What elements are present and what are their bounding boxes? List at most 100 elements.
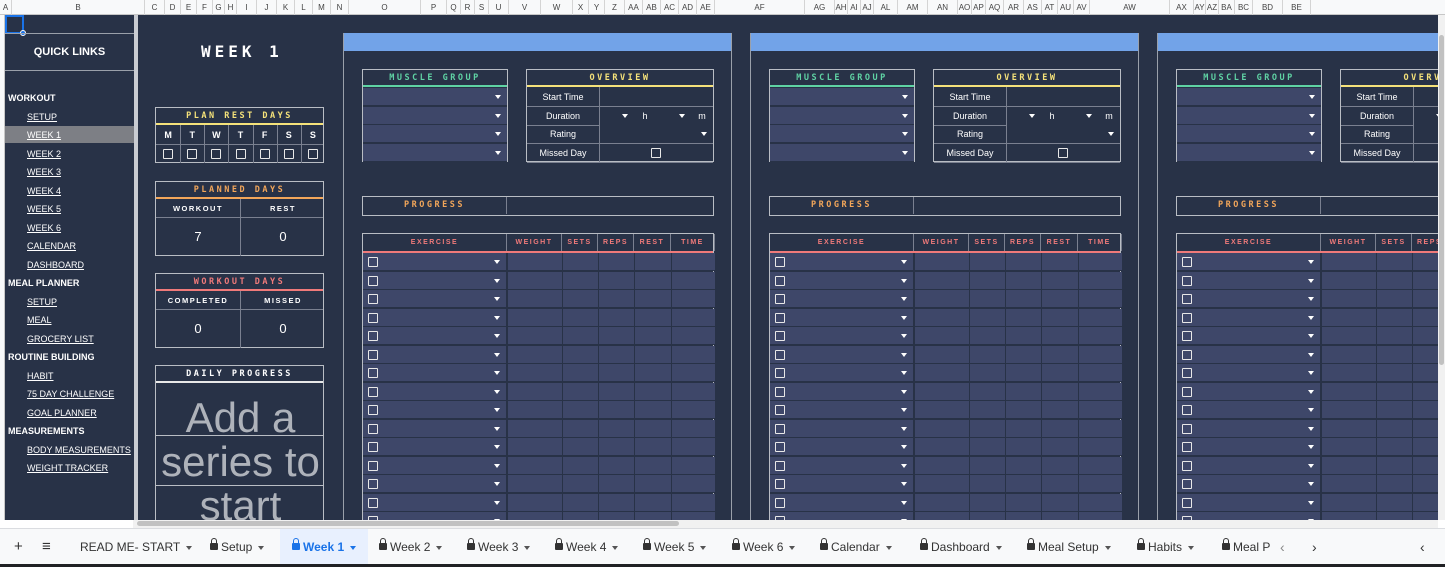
exercise-cell-sets[interactable] — [563, 327, 598, 345]
rest-day-2-checkbox[interactable] — [211, 149, 222, 159]
exercise-cell-sets[interactable] — [563, 419, 598, 438]
exercise-cell-reps[interactable] — [1006, 456, 1041, 475]
exercise-cell-rest[interactable] — [635, 345, 671, 364]
exercise-cell-weight[interactable] — [1322, 493, 1376, 512]
rest-day-3-checkbox[interactable] — [235, 149, 246, 159]
exercise-cell-sets[interactable] — [563, 364, 598, 382]
exercise-cell-reps[interactable] — [1006, 438, 1041, 456]
exercise-cell-weight[interactable] — [915, 253, 969, 271]
exercise-cell-weight[interactable] — [508, 290, 562, 308]
exercise-cell-weight[interactable] — [508, 475, 562, 493]
column-header-x[interactable]: X — [573, 0, 589, 15]
exercise-cell-reps[interactable] — [1006, 271, 1041, 290]
exercise-cell-sets[interactable] — [970, 456, 1005, 475]
exercise-cell-sets[interactable] — [563, 512, 598, 520]
exercise-dropdown[interactable] — [1177, 290, 1320, 308]
exercise-cell-time[interactable] — [1079, 290, 1122, 308]
exercise-dropdown[interactable] — [770, 364, 913, 382]
exercise-dropdown[interactable] — [1177, 253, 1320, 271]
column-header-m[interactable]: M — [313, 0, 331, 15]
column-header-u[interactable]: U — [489, 0, 509, 15]
exercise-cell-reps[interactable] — [1006, 308, 1041, 327]
exercise-done-checkbox[interactable] — [368, 275, 378, 286]
exercise-cell-weight[interactable] — [915, 382, 969, 401]
column-header-ax[interactable]: AX — [1170, 0, 1194, 15]
exercise-cell-sets[interactable] — [1377, 364, 1412, 382]
exercise-cell-time[interactable] — [672, 290, 715, 308]
exercise-cell-rest[interactable] — [1042, 382, 1078, 401]
rating-dropdown[interactable] — [600, 125, 713, 143]
exercise-cell-reps[interactable] — [1006, 327, 1041, 345]
sheet-tab-read-me-start[interactable]: READ ME- START — [68, 529, 204, 565]
column-header-ay[interactable]: AY — [1194, 0, 1206, 15]
column-header-s[interactable]: S — [475, 0, 489, 15]
exercise-cell-reps[interactable] — [1413, 512, 1438, 520]
duration-minutes-dropdown[interactable] — [656, 106, 691, 125]
exercise-cell-time[interactable] — [672, 345, 715, 364]
scroll-tabs-left-icon[interactable]: ‹ — [1280, 529, 1285, 565]
exercise-done-checkbox[interactable] — [775, 312, 785, 323]
exercise-done-checkbox[interactable] — [775, 460, 785, 471]
exercise-done-checkbox[interactable] — [775, 368, 785, 378]
tab-menu-chevron-icon[interactable] — [186, 545, 193, 550]
exercise-cell-rest[interactable] — [635, 382, 671, 401]
column-header-f[interactable]: F — [197, 0, 213, 15]
sidebar-link-measure-0[interactable]: BODY MEASUREMENTS — [27, 445, 131, 455]
exercise-cell-sets[interactable] — [970, 364, 1005, 382]
column-header-o[interactable]: O — [349, 0, 421, 15]
exercise-dropdown[interactable] — [363, 308, 506, 327]
exercise-cell-sets[interactable] — [1377, 438, 1412, 456]
muscle-group-dropdown-0[interactable] — [770, 88, 914, 106]
exercise-done-checkbox[interactable] — [368, 405, 378, 415]
horizontal-scrollbar[interactable] — [133, 520, 1438, 528]
muscle-group-dropdown-2[interactable] — [770, 125, 914, 143]
exercise-cell-rest[interactable] — [1042, 456, 1078, 475]
column-header-aq[interactable]: AQ — [986, 0, 1004, 15]
rating-dropdown[interactable] — [1414, 125, 1438, 143]
exercise-cell-reps[interactable] — [599, 512, 634, 520]
sidebar-link-routine-0[interactable]: HABIT — [27, 371, 54, 381]
exercise-cell-sets[interactable] — [970, 493, 1005, 512]
column-header-ae[interactable]: AE — [697, 0, 715, 15]
column-header-k[interactable]: K — [277, 0, 295, 15]
exercise-cell-sets[interactable] — [1377, 327, 1412, 345]
column-header-af[interactable]: AF — [715, 0, 805, 15]
column-header-e[interactable]: E — [181, 0, 197, 15]
exercise-cell-weight[interactable] — [915, 456, 969, 475]
exercise-done-checkbox[interactable] — [1182, 423, 1192, 434]
exercise-cell-sets[interactable] — [563, 253, 598, 271]
exercise-dropdown[interactable] — [1177, 401, 1320, 419]
exercise-cell-sets[interactable] — [970, 401, 1005, 419]
collapse-side-icon[interactable]: ‹ — [1420, 529, 1425, 565]
exercise-cell-weight[interactable] — [508, 364, 562, 382]
column-header-am[interactable]: AM — [898, 0, 928, 15]
exercise-cell-sets[interactable] — [970, 419, 1005, 438]
muscle-group-dropdown-1[interactable] — [770, 106, 914, 125]
exercise-cell-rest[interactable] — [635, 456, 671, 475]
exercise-cell-reps[interactable] — [599, 382, 634, 401]
tab-menu-chevron-icon[interactable] — [1104, 545, 1111, 550]
sheet-tab-week-3[interactable]: Week 3 — [455, 529, 542, 565]
column-header-ao[interactable]: AO — [958, 0, 972, 15]
exercise-cell-sets[interactable] — [563, 438, 598, 456]
exercise-cell-sets[interactable] — [1377, 382, 1412, 401]
sheet-tab-setup[interactable]: Setup — [198, 529, 276, 565]
sheet-tab-week-1[interactable]: Week 1 — [280, 529, 369, 565]
column-header-a[interactable]: A — [0, 0, 12, 15]
exercise-cell-sets[interactable] — [563, 382, 598, 401]
exercise-dropdown[interactable] — [770, 512, 913, 520]
exercise-cell-reps[interactable] — [599, 475, 634, 493]
column-header-ar[interactable]: AR — [1004, 0, 1024, 15]
exercise-cell-rest[interactable] — [1042, 308, 1078, 327]
exercise-cell-reps[interactable] — [1413, 308, 1438, 327]
column-header-ba[interactable]: BA — [1219, 0, 1235, 15]
tab-menu-chevron-icon[interactable] — [612, 545, 619, 550]
exercise-cell-weight[interactable] — [1322, 456, 1376, 475]
exercise-cell-time[interactable] — [672, 512, 715, 520]
exercise-cell-reps[interactable] — [599, 253, 634, 271]
sidebar-link-workout-7[interactable]: CALENDAR — [27, 241, 76, 251]
exercise-cell-time[interactable] — [672, 438, 715, 456]
sidebar-link-workout-6[interactable]: WEEK 6 — [27, 223, 61, 233]
exercise-dropdown[interactable] — [1177, 475, 1320, 493]
column-header-be[interactable]: BE — [1283, 0, 1311, 15]
